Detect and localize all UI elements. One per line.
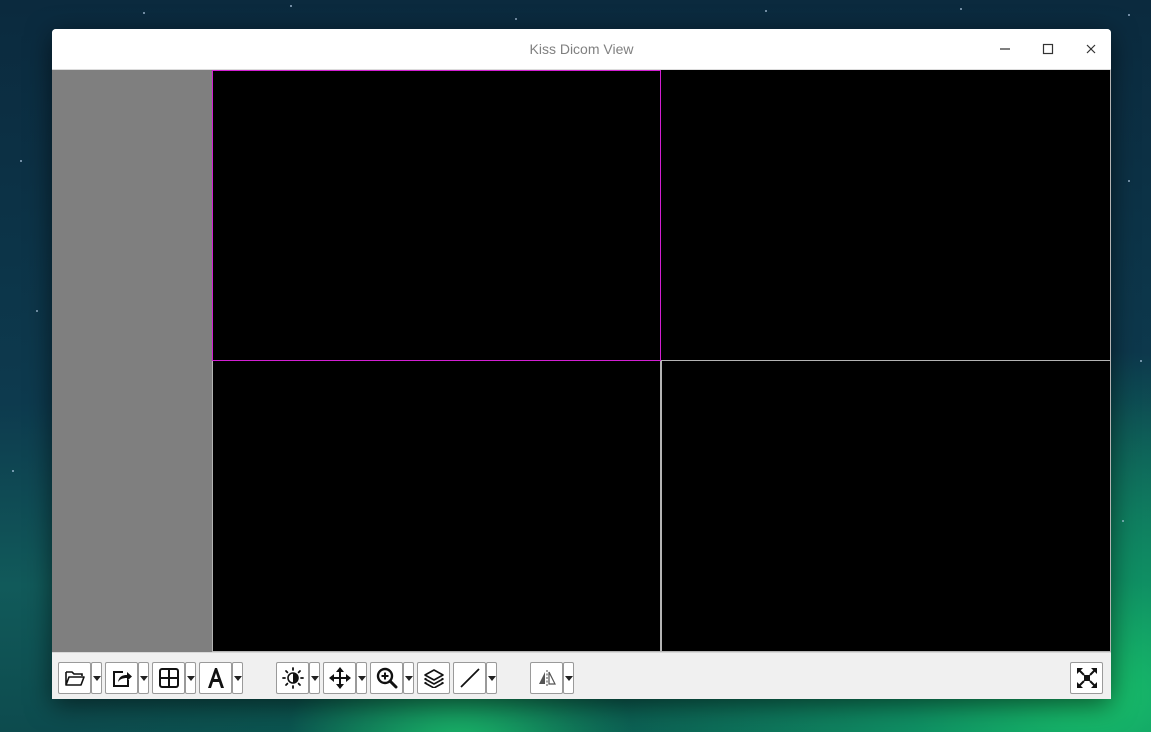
export-dropdown-button[interactable] (138, 662, 149, 694)
app-window: Kiss Dicom View (52, 29, 1111, 699)
zoom-in-icon (376, 667, 397, 689)
zoom-button[interactable] (370, 662, 403, 694)
measure-button[interactable] (453, 662, 486, 694)
measure-dropdown-button[interactable] (486, 662, 497, 694)
open-button[interactable] (58, 662, 91, 694)
maximize-button[interactable] (1034, 37, 1062, 61)
layout-button[interactable] (152, 662, 185, 694)
title-bar: Kiss Dicom View (52, 29, 1111, 70)
content-area (52, 70, 1111, 652)
caret-down-icon (564, 675, 573, 681)
export-share-icon (112, 671, 132, 687)
flip-button[interactable] (530, 662, 563, 694)
viewport-3[interactable] (212, 361, 661, 652)
caret-down-icon (186, 675, 195, 681)
flip-dropdown-button[interactable] (563, 662, 574, 694)
pan-button[interactable] (323, 662, 356, 694)
viewport-1-active[interactable] (212, 70, 661, 361)
caret-down-icon (404, 675, 413, 681)
text-overlay-button[interactable] (199, 662, 232, 694)
brightness-contrast-icon (281, 667, 304, 689)
open-dropdown-button[interactable] (91, 662, 102, 694)
close-icon (1086, 44, 1096, 54)
viewport-4[interactable] (661, 361, 1111, 652)
pan-dropdown-button[interactable] (356, 662, 367, 694)
move-arrows-icon (328, 667, 351, 689)
caret-down-icon (233, 675, 242, 681)
viewport-2[interactable] (661, 70, 1111, 361)
minimize-icon (1000, 48, 1010, 50)
window-level-dropdown-button[interactable] (309, 662, 320, 694)
caret-down-icon (357, 675, 366, 681)
stack-button[interactable] (417, 662, 450, 694)
folder-open-icon (64, 671, 85, 686)
maximize-icon (1042, 43, 1054, 55)
export-button[interactable] (105, 662, 138, 694)
series-thumbnail-panel[interactable] (52, 70, 212, 652)
caret-down-icon (487, 675, 496, 681)
grid-layout-icon (158, 668, 179, 688)
window-level-button[interactable] (276, 662, 309, 694)
window-title: Kiss Dicom View (529, 41, 634, 57)
text-A-icon (207, 668, 224, 688)
fullscreen-button[interactable] (1070, 662, 1103, 694)
caret-down-icon (310, 675, 319, 681)
layout-dropdown-button[interactable] (185, 662, 196, 694)
text-overlay-dropdown-button[interactable] (232, 662, 243, 694)
caret-down-icon (139, 675, 148, 681)
bottom-toolbar (52, 652, 1111, 699)
zoom-dropdown-button[interactable] (403, 662, 414, 694)
minimize-button[interactable] (991, 37, 1019, 61)
flip-horizontal-icon (538, 670, 556, 686)
line-measure-icon (459, 668, 480, 688)
caret-down-icon (92, 675, 101, 681)
fullscreen-icon (1076, 668, 1097, 688)
layers-icon (423, 669, 444, 688)
close-button[interactable] (1077, 37, 1105, 61)
